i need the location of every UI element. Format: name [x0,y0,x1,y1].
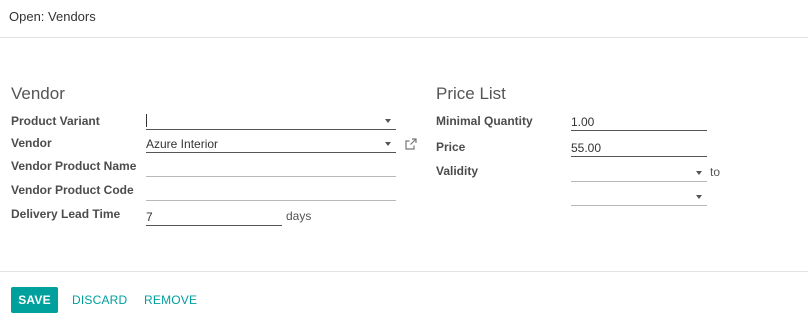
save-button[interactable]: SAVE [11,287,58,313]
validity-label: Validity [436,164,479,178]
remove-button[interactable]: REMOVE [144,293,197,307]
caret-down-icon[interactable] [696,171,702,175]
delivery-lead-time-label: Delivery Lead Time [11,207,121,221]
product-variant-label: Product Variant [11,114,100,128]
vendor-product-code-field[interactable] [146,181,396,201]
vendor-value: Azure Interior [146,137,219,151]
product-variant-field[interactable] [146,110,396,130]
modal-footer: SAVE DISCARD REMOVE [0,271,808,325]
vendor-label: Vendor [11,136,52,150]
validity-end-field[interactable] [571,186,707,206]
caret-down-icon[interactable] [696,195,702,199]
price-label: Price [436,140,466,154]
minimal-quantity-label: Minimal Quantity [436,114,533,128]
modal-header: Open: Vendors [0,0,808,38]
delivery-lead-time-value: 7 [146,210,153,224]
validity-start-field[interactable] [571,162,707,182]
minimal-quantity-field[interactable]: 1.00 [571,111,707,131]
vendor-product-name-label: Vendor Product Name [11,159,137,173]
caret-down-icon[interactable] [385,119,391,123]
minimal-quantity-value: 1.00 [571,115,595,129]
vendor-section-title: Vendor [11,84,65,103]
vendor-product-name-field[interactable] [146,157,396,177]
delivery-lead-time-unit: days [286,209,312,223]
discard-button[interactable]: DISCARD [72,293,127,307]
modal-title: Open: Vendors [9,9,96,24]
caret-down-icon[interactable] [385,142,391,146]
text-cursor [146,114,147,127]
price-field[interactable]: 55.00 [571,137,707,157]
validity-to-label: to [710,165,721,179]
price-value: 55.00 [571,141,602,155]
delivery-lead-time-field[interactable]: 7 [146,206,282,226]
price-list-section-title: Price List [436,84,506,103]
external-link-icon[interactable] [404,137,418,151]
vendor-product-code-label: Vendor Product Code [11,183,134,197]
vendor-field[interactable]: Azure Interior [146,133,396,153]
